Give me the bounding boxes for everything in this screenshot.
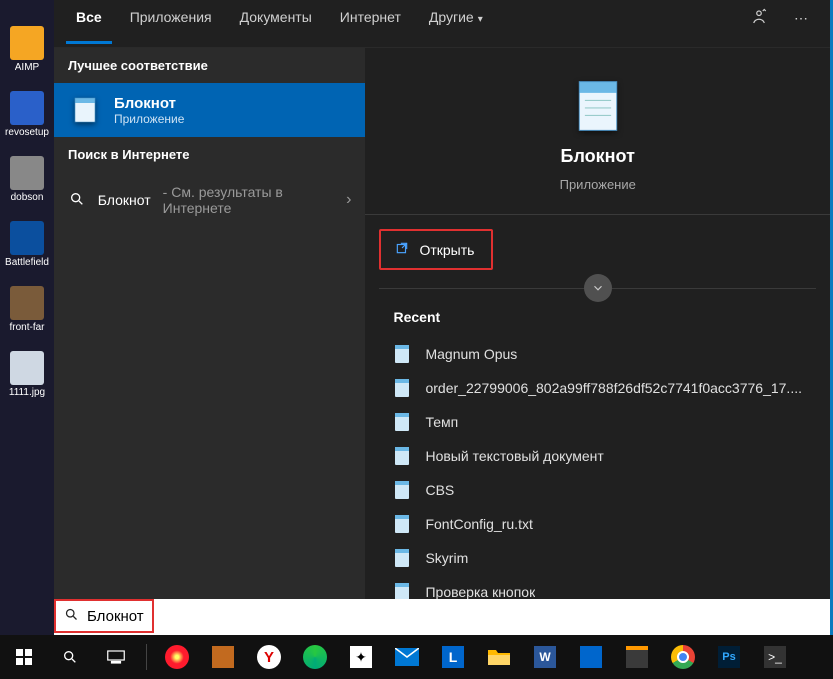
tab-web[interactable]: Интернет (330, 3, 411, 44)
results-column: Лучшее соответствие Блокнот Приложение П… (54, 48, 365, 635)
notepad-icon (68, 93, 102, 127)
photoshop-icon[interactable]: Ps (709, 637, 749, 677)
file-icon (393, 446, 411, 466)
recent-item[interactable]: Темп (393, 405, 802, 439)
recent-filename: FontConfig_ru.txt (425, 516, 532, 532)
recent-filename: Темп (425, 414, 458, 430)
desktop-icon[interactable]: dobson (7, 156, 47, 203)
start-search-panel: Все Приложения Документы Интернет Другие… (54, 0, 830, 635)
tab-all[interactable]: Все (66, 3, 112, 44)
file-icon (393, 412, 411, 432)
more-icon[interactable]: ⋯ (784, 4, 818, 43)
desktop-icon[interactable]: AIMP (7, 26, 47, 73)
open-icon (395, 241, 409, 258)
file-icon (393, 378, 411, 398)
yandex-icon[interactable]: Y (249, 637, 289, 677)
search-box (54, 599, 830, 635)
recent-item[interactable]: Magnum Opus (393, 337, 802, 371)
lingvo-icon[interactable]: L (433, 637, 473, 677)
web-search-item[interactable]: Блокнот - См. результаты в Интернете › (54, 172, 365, 228)
tab-apps[interactable]: Приложения (120, 3, 222, 44)
desktop-icons: AIMP revosetup dobson Battlefield front-… (0, 0, 54, 635)
desktop-icon[interactable]: revosetup (7, 91, 47, 138)
chevron-down-icon: ▾ (478, 14, 483, 25)
file-icon (393, 548, 411, 568)
preview-subtitle: Приложение (560, 177, 636, 192)
taskbar: Y ✦ L W Ps >_ (0, 635, 833, 679)
recent-filename: Magnum Opus (425, 346, 517, 362)
recent-filename: order_22799006_802a99ff788f26df52c7741f0… (425, 380, 802, 396)
best-match-subtitle: Приложение (114, 112, 184, 126)
divider (379, 288, 816, 289)
best-match-item[interactable]: Блокнот Приложение (54, 83, 365, 137)
notes-icon[interactable] (571, 637, 611, 677)
recent-item[interactable]: CBS (393, 473, 802, 507)
search-tabs: Все Приложения Документы Интернет Другие… (54, 0, 830, 48)
search-taskbar-button[interactable] (50, 637, 90, 677)
desktop-icon[interactable]: front-far (7, 286, 47, 333)
recent-item[interactable]: FontConfig_ru.txt (393, 507, 802, 541)
tab-documents[interactable]: Документы (230, 3, 322, 44)
recent-item[interactable]: Новый текстовый документ (393, 439, 802, 473)
search-icon (64, 607, 79, 625)
disc-icon[interactable] (295, 637, 335, 677)
start-button[interactable] (4, 637, 44, 677)
feedback-icon[interactable] (742, 2, 776, 45)
file-icon (393, 514, 411, 534)
recent-item[interactable]: order_22799006_802a99ff788f26df52c7741f0… (393, 371, 802, 405)
web-search-label: Поиск в Интернете (54, 137, 365, 172)
recent-label: Recent (393, 309, 802, 325)
recent-filename: Skyrim (425, 550, 468, 566)
search-icon (68, 191, 86, 210)
explorer-icon[interactable] (479, 637, 519, 677)
chrome-icon[interactable] (663, 637, 703, 677)
preview-title: Блокнот (561, 146, 635, 167)
divider (146, 644, 147, 670)
open-button[interactable]: Открыть (379, 229, 493, 270)
best-match-title: Блокнот (114, 95, 184, 112)
stars-icon[interactable]: ✦ (341, 637, 381, 677)
chevron-right-icon: › (346, 191, 351, 209)
word-icon[interactable]: W (525, 637, 565, 677)
app-icon[interactable] (203, 637, 243, 677)
preview-column: Блокнот Приложение Открыть Recent Magnum… (365, 48, 830, 635)
terminal-icon[interactable]: >_ (755, 637, 795, 677)
desktop-icon[interactable]: Battlefield (7, 221, 47, 268)
desktop-icon[interactable]: 1111.jpg (7, 351, 47, 398)
recent-filename: Новый текстовый документ (425, 448, 603, 464)
search-input[interactable] (87, 608, 147, 625)
expand-button[interactable] (584, 274, 612, 302)
task-view-button[interactable] (96, 637, 136, 677)
recent-item[interactable]: Skyrim (393, 541, 802, 575)
best-match-label: Лучшее соответствие (54, 48, 365, 83)
mail-icon[interactable] (387, 637, 427, 677)
recent-filename: CBS (425, 482, 454, 498)
notepad-icon (568, 76, 628, 136)
file-icon (393, 344, 411, 364)
opera-icon[interactable] (157, 637, 197, 677)
recent-filename: Проверка кнопок (425, 584, 535, 600)
tab-other[interactable]: Другие▾ (419, 3, 493, 44)
file-icon (393, 480, 411, 500)
sublime-icon[interactable] (617, 637, 657, 677)
